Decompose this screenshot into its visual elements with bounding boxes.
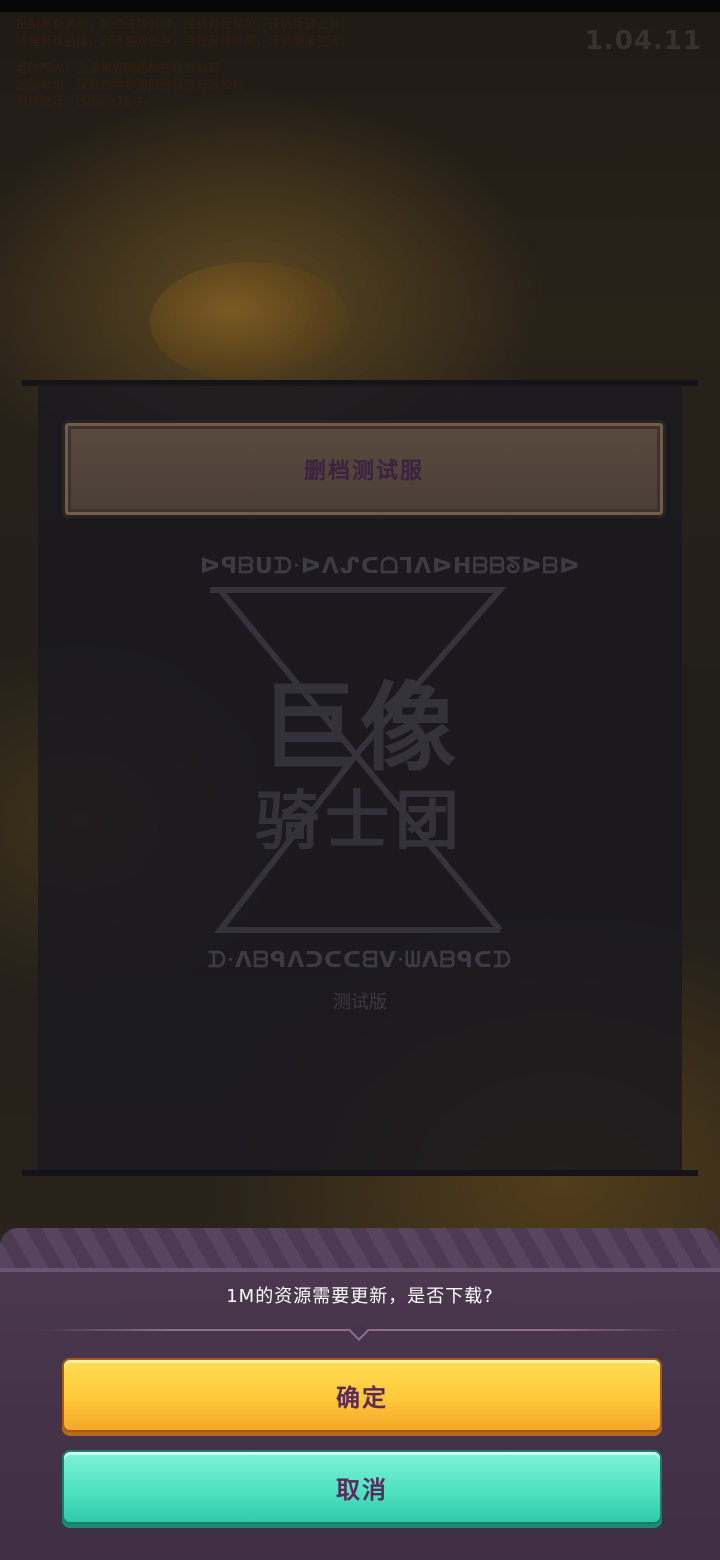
logo-rune-top: ᐅꟼᗷᑌᗪᐧᐅᐱᔑᑕᗝᒣᐱᐅᕼᗷᗷᘕᐅᗷᐅ: [200, 554, 581, 579]
logo-sub-text: 骑士团: [255, 785, 465, 859]
game-screen: 抵制不良游戏，拒绝盗版游戏。注意自我保护，谨防受骗上当。 适度游戏益脑，沉迷游戏…: [0, 0, 720, 1560]
update-message: 1M的资源需要更新，是否下载?: [226, 1286, 494, 1307]
dialog-pattern-band: [0, 1228, 720, 1268]
logo-rune-bottom: ᗪᐧᐱᗷᑫᐱᑐᑕᑕᗺᐯᐧᗯᐱᗷᑫᑕᗪ: [207, 948, 513, 973]
status-bar: [0, 0, 720, 12]
game-logo: ᐅꟼᗷᑌᗪᐧᐅᐱᔑᑕᗝᒣᐱᐅᕼᗷᗷᘕᐅᗷᐅ 巨像 骑士团 ᗪᐧᐱᗷᑫᐱᑐᑕᑕᗺᐯ…: [200, 550, 581, 1013]
confirm-button[interactable]: 确定: [62, 1358, 662, 1432]
cancel-button[interactable]: 取消: [62, 1450, 662, 1524]
server-title: 删档测试服: [303, 459, 424, 484]
server-title-plate[interactable]: 删档测试服: [62, 420, 666, 518]
panel-bottom-rail: [22, 1170, 698, 1176]
dialog-band-edge: [0, 1268, 720, 1272]
logo-edition: 测试版: [333, 992, 387, 1013]
logo-main-text: 巨像: [260, 672, 460, 784]
